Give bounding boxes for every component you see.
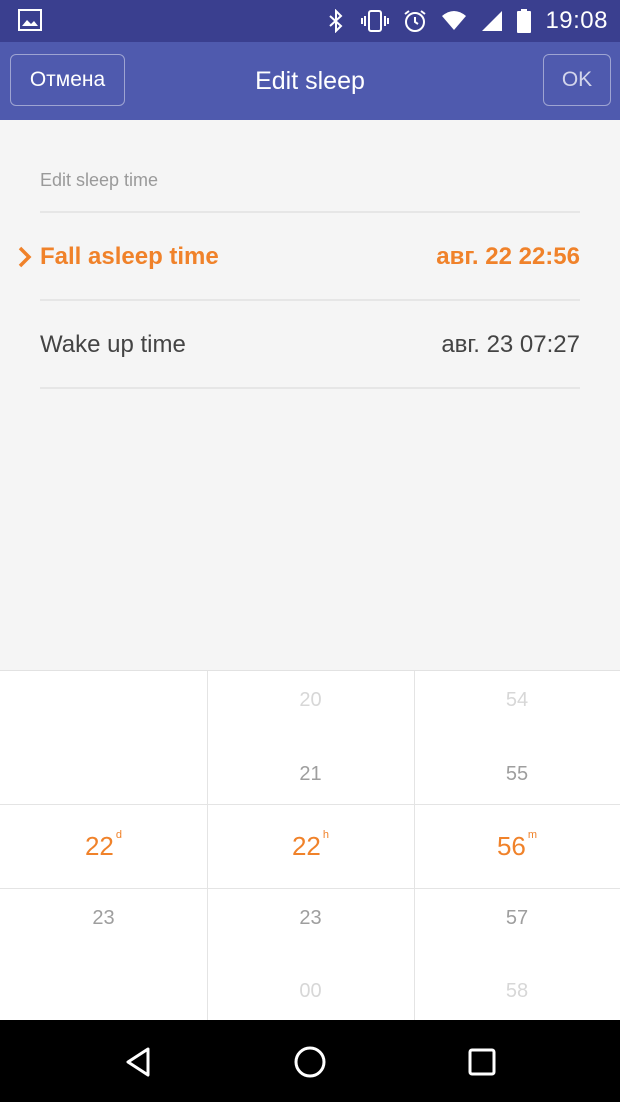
status-time: 19:08: [545, 7, 608, 34]
wifi-icon: [442, 11, 467, 30]
day-unit: d: [115, 829, 123, 841]
back-icon[interactable]: [120, 1044, 156, 1080]
image-notification-icon: [18, 9, 42, 31]
fall-asleep-value: авг. 22 22:56: [436, 243, 580, 270]
chevron-right-icon: [18, 246, 32, 268]
ok-button[interactable]: OK: [543, 54, 611, 106]
section-label: Edit sleep time: [40, 170, 159, 190]
day-selected-value: 22: [84, 831, 114, 861]
navigation-bar: [0, 1020, 620, 1102]
fall-asleep-label: Fall asleep time: [40, 243, 219, 270]
signal-icon: [482, 11, 503, 31]
wake-up-value: авг. 23 07:27: [441, 331, 580, 358]
home-icon[interactable]: [292, 1044, 328, 1080]
hour-option[interactable]: 23: [207, 907, 414, 930]
minute-option[interactable]: 57: [414, 907, 620, 930]
cancel-button[interactable]: Отмена: [10, 54, 125, 106]
battery-icon: [517, 9, 532, 33]
hour-selected-value: 22: [291, 831, 321, 861]
hour-option[interactable]: 20: [207, 689, 414, 712]
minute-selected[interactable]: 56 m: [414, 829, 620, 862]
day-option[interactable]: 23: [0, 907, 207, 930]
minute-option[interactable]: 54: [414, 689, 620, 712]
wake-up-label: Wake up time: [40, 331, 186, 358]
divider: [40, 387, 580, 389]
minute-selected-value: 56: [496, 831, 526, 861]
divider: [40, 211, 580, 213]
alarm-icon: [404, 10, 427, 32]
app-bar: Отмена Edit sleep OK: [0, 42, 620, 120]
fall-asleep-row[interactable]: Fall asleep time авг. 22 22:56: [0, 214, 620, 300]
day-selected[interactable]: 22 d: [0, 829, 207, 862]
minute-unit: m: [527, 829, 538, 841]
hour-option[interactable]: 00: [207, 980, 414, 1003]
minute-column[interactable]: 54 55 56 m 57 58: [414, 671, 620, 1021]
hour-option[interactable]: 21: [207, 763, 414, 786]
status-bar: 19:08: [0, 0, 620, 42]
day-column[interactable]: 22 d 23: [0, 671, 207, 1021]
vibrate-icon: [361, 10, 390, 32]
divider: [40, 299, 580, 301]
wake-up-row[interactable]: Wake up time авг. 23 07:27: [0, 302, 620, 388]
hour-column[interactable]: 20 21 22 h 23 00: [207, 671, 414, 1021]
recents-icon[interactable]: [464, 1044, 500, 1080]
bluetooth-icon: [329, 9, 343, 33]
time-picker: 22 d 23 20 21 22 h 23 00 54 55 56 m 57 58: [0, 670, 620, 1021]
hour-selected[interactable]: 22 h: [207, 829, 414, 862]
minute-option[interactable]: 58: [414, 980, 620, 1003]
hour-unit: h: [322, 829, 330, 841]
minute-option[interactable]: 55: [414, 763, 620, 786]
